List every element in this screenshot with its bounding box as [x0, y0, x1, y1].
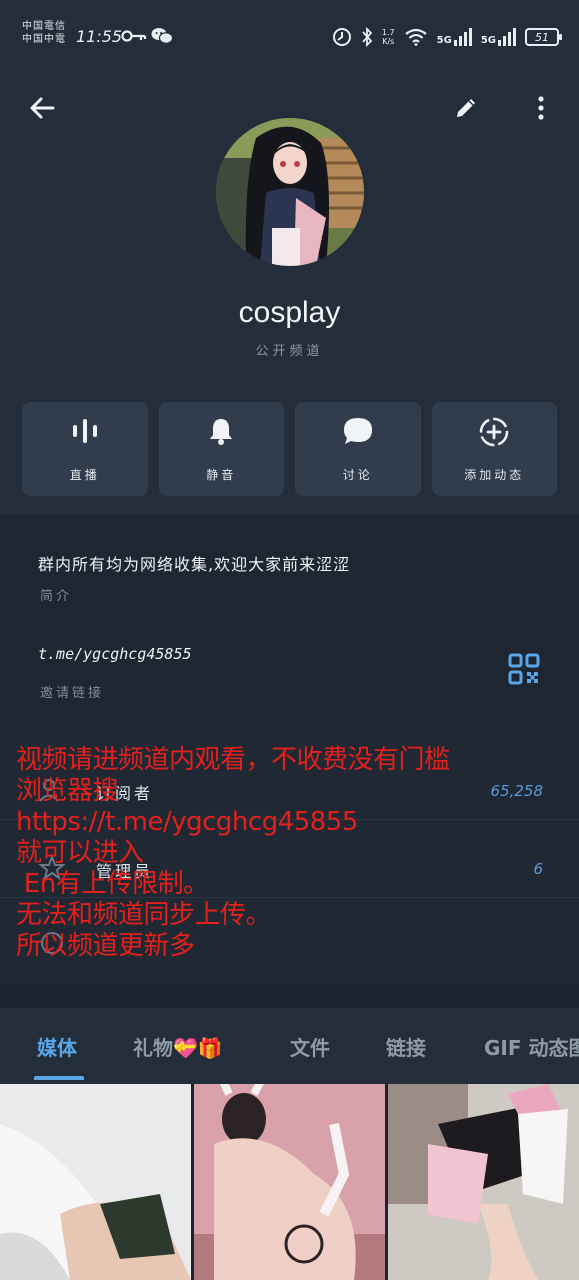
- mute-button[interactable]: 静音: [158, 402, 284, 496]
- wifi-icon: [404, 28, 427, 46]
- carrier-label: 中国電信 中国中電: [22, 20, 66, 46]
- qr-code-icon[interactable]: [508, 653, 540, 685]
- media-thumbnail[interactable]: [194, 1084, 385, 1280]
- media-image: [194, 1084, 385, 1280]
- more-button[interactable]: [521, 88, 561, 128]
- speed-unit: K/s: [382, 37, 395, 46]
- signal-label-2: 5G: [480, 35, 496, 46]
- battery-icon: 51: [525, 28, 562, 46]
- tab-media[interactable]: 媒体: [37, 1032, 77, 1061]
- signal-icon-2: 5G: [481, 28, 516, 46]
- channel-type: 公开频道: [255, 344, 324, 359]
- media-tabs: 媒体 礼物💝🎁 文件 链接 GIF 动态图: [0, 1008, 579, 1084]
- subscribers-count: 65,258: [490, 782, 544, 800]
- description-text[interactable]: 群内所有均为网络收集,欢迎大家前来涩涩: [38, 551, 350, 575]
- back-arrow-icon: [30, 97, 55, 119]
- signal-icon: 5G: [437, 28, 472, 46]
- discuss-label: 讨论: [342, 468, 373, 482]
- media-image: [0, 1084, 191, 1280]
- key-icon: [121, 30, 147, 42]
- speed-value: 1.7: [381, 28, 395, 37]
- description-label: 简介: [40, 589, 73, 604]
- mute-label: 静音: [206, 468, 237, 482]
- tab-links[interactable]: 链接: [386, 1032, 426, 1061]
- tab-files[interactable]: 文件: [290, 1032, 330, 1061]
- invite-link[interactable]: t.me/ygcghcg45855: [38, 645, 192, 663]
- back-button[interactable]: [22, 88, 62, 128]
- channel-header: cosplay 公开频道 直播 静音 讨论 添加动态: [0, 70, 579, 515]
- live-icon: [72, 419, 97, 443]
- edit-button[interactable]: [446, 88, 486, 128]
- tab-gifs[interactable]: GIF 动态图: [484, 1032, 579, 1061]
- media-grid: [0, 1084, 579, 1280]
- chat-icon: [343, 418, 372, 444]
- promo-overlay-text: 视频请进频道内观看，不收费没有门槛 浏览器搜 https://t.me/ygcg…: [16, 745, 450, 961]
- media-thumbnail[interactable]: [388, 1084, 579, 1280]
- add-story-button[interactable]: 添加动态: [431, 402, 557, 496]
- live-label: 直播: [69, 468, 100, 482]
- avatar-image: [216, 118, 364, 266]
- channel-avatar[interactable]: [216, 118, 364, 266]
- bell-icon: [210, 419, 233, 445]
- media-image: [388, 1084, 579, 1280]
- pencil-icon: [457, 99, 475, 117]
- channel-info: 群内所有均为网络收集,欢迎大家前来涩涩 简介 t.me/ygcghcg45855…: [0, 515, 579, 730]
- more-vertical-icon: [538, 96, 544, 120]
- invite-link-label: 邀请链接: [40, 686, 105, 701]
- add-story-icon: [480, 417, 509, 447]
- action-bar: 直播 静音 讨论 添加动态: [22, 402, 557, 496]
- status-bar: 中国電信 中国中電 11:55 1.7 K/s 5G 5G 51: [0, 0, 579, 70]
- carrier-line-2: 中国中電: [22, 34, 66, 45]
- media-thumbnail[interactable]: [0, 1084, 191, 1280]
- alarm-icon: [332, 28, 351, 46]
- clock: 11:55: [76, 27, 123, 46]
- signal-label-1: 5G: [436, 35, 452, 46]
- network-speed: 1.7 K/s: [382, 28, 395, 46]
- admins-count: 6: [533, 860, 543, 878]
- active-tab-indicator: [34, 1076, 84, 1080]
- tab-gifts[interactable]: 礼物💝🎁: [133, 1032, 223, 1061]
- live-button[interactable]: 直播: [22, 402, 148, 496]
- add-story-label: 添加动态: [464, 468, 525, 482]
- battery-level: 51: [535, 30, 549, 44]
- wechat-icon: [151, 28, 173, 44]
- carrier-line-1: 中国電信: [22, 21, 66, 32]
- bluetooth-icon: [362, 27, 373, 47]
- discuss-button[interactable]: 讨论: [295, 402, 421, 496]
- channel-title: cosplay: [238, 296, 341, 329]
